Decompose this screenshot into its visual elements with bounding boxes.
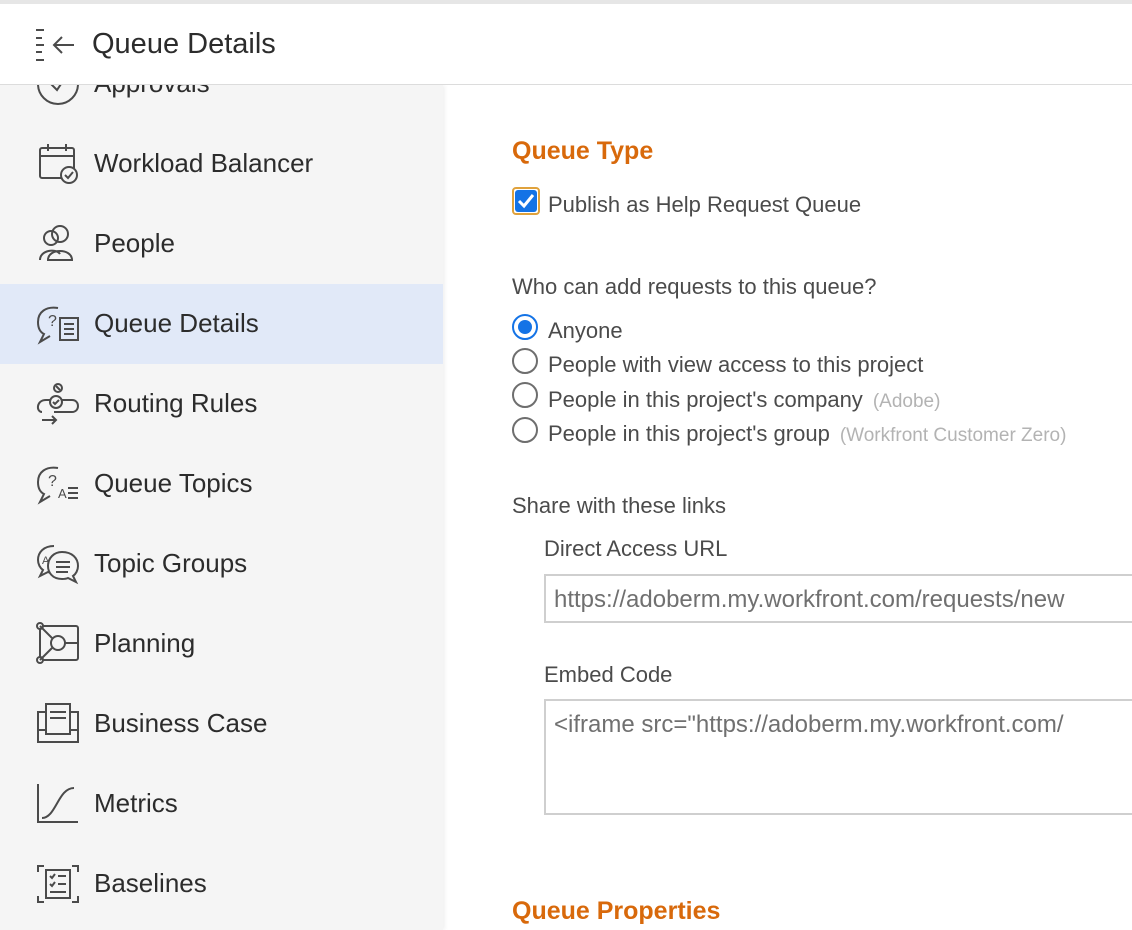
- calendar-check-icon: [34, 142, 82, 186]
- option-label: People with view access to this project: [548, 352, 924, 377]
- publish-help-request-checkbox[interactable]: [512, 187, 540, 215]
- sidebar-nav: Approvals Workload Balancer People: [0, 85, 443, 930]
- checkmark-icon: [515, 190, 537, 212]
- sidebar-item-queue-topics[interactable]: ? A Queue Topics: [0, 444, 443, 524]
- svg-text:A: A: [42, 555, 50, 567]
- access-question: Who can add requests to this queue?: [512, 274, 877, 299]
- sidebar-item-queue-details[interactable]: ? Queue Details: [0, 284, 443, 364]
- sidebar-item-label: Business Case: [94, 708, 268, 738]
- sidebar-item-people[interactable]: People: [0, 204, 443, 284]
- business-case-icon: [34, 702, 82, 746]
- group-hint: (Workfront Customer Zero): [839, 425, 1067, 446]
- publish-help-request-label: Publish as Help Request Queue: [548, 192, 862, 217]
- sidebar-item-baselines[interactable]: Baselines: [0, 844, 443, 924]
- topic-groups-icon: A: [34, 542, 82, 586]
- svg-text:?: ?: [48, 473, 57, 490]
- people-icon: [34, 222, 82, 266]
- main-content: Queue Type Publish as Help Request Queue…: [443, 85, 1132, 930]
- queue-details-icon: ?: [34, 302, 82, 346]
- radio-company[interactable]: [512, 382, 538, 408]
- queue-properties-title: Queue Properties: [512, 897, 721, 925]
- queue-type-title: Queue Type: [512, 137, 654, 165]
- option-label: People in this project's company: [548, 387, 863, 412]
- option-label: People in this project's group: [548, 421, 830, 446]
- sidebar-item-routing-rules[interactable]: Routing Rules: [0, 364, 443, 444]
- sidebar-item-label: Queue Details: [94, 308, 259, 338]
- radio-view-access-label: People with view access to this project: [548, 352, 923, 378]
- sidebar-item-planning[interactable]: Planning: [0, 604, 443, 684]
- baselines-icon: [34, 862, 82, 906]
- metrics-icon: [34, 782, 82, 826]
- routing-rules-icon: [34, 382, 82, 426]
- option-label: Anyone: [548, 318, 623, 343]
- sidebar-item-workload-balancer[interactable]: Workload Balancer: [0, 124, 443, 204]
- sidebar-item-approvals[interactable]: Approvals: [0, 85, 443, 124]
- queue-topics-icon: ? A: [34, 462, 82, 506]
- radio-company-label: People in this project's company (Adobe): [548, 387, 940, 413]
- radio-anyone[interactable]: [512, 314, 538, 340]
- sidebar-item-metrics[interactable]: Metrics: [0, 764, 443, 844]
- company-hint: (Adobe): [872, 391, 941, 412]
- approvals-icon: [34, 85, 82, 106]
- top-bar: Queue Details: [0, 0, 1132, 85]
- embed-code-label: Embed Code: [544, 662, 673, 687]
- sidebar-item-label: People: [94, 228, 175, 258]
- sidebar-item-label: Metrics: [94, 788, 178, 818]
- sidebar-item-label: Baselines: [94, 868, 207, 898]
- radio-group[interactable]: [512, 417, 538, 443]
- radio-view-access[interactable]: [512, 348, 538, 374]
- sidebar-item-label: Routing Rules: [94, 388, 258, 418]
- sidebar-item-label: Workload Balancer: [94, 148, 314, 178]
- share-links-title: Share with these links: [512, 493, 726, 518]
- sidebar-item-label: Queue Topics: [94, 468, 253, 498]
- embed-code-field[interactable]: <iframe src="https://adoberm.my.workfron…: [544, 699, 1132, 815]
- sidebar-item-business-case[interactable]: Business Case: [0, 684, 443, 764]
- collapse-sidebar-icon[interactable]: [32, 26, 78, 64]
- direct-access-url-label: Direct Access URL: [544, 536, 728, 561]
- sidebar-item-topic-groups[interactable]: A Topic Groups: [0, 524, 443, 604]
- radio-anyone-label: Anyone: [548, 318, 623, 344]
- svg-text:?: ?: [48, 313, 57, 330]
- radio-group-label: People in this project's group (Workfront…: [548, 421, 1066, 447]
- svg-text:A: A: [58, 486, 67, 501]
- sidebar-item-label: Approvals: [94, 85, 210, 99]
- direct-access-url-field[interactable]: https://adoberm.my.workfront.com/request…: [544, 574, 1132, 623]
- planning-icon: [34, 622, 82, 666]
- page-title: Queue Details: [92, 28, 276, 60]
- sidebar-item-label: Topic Groups: [94, 548, 248, 578]
- sidebar-item-label: Planning: [94, 628, 196, 658]
